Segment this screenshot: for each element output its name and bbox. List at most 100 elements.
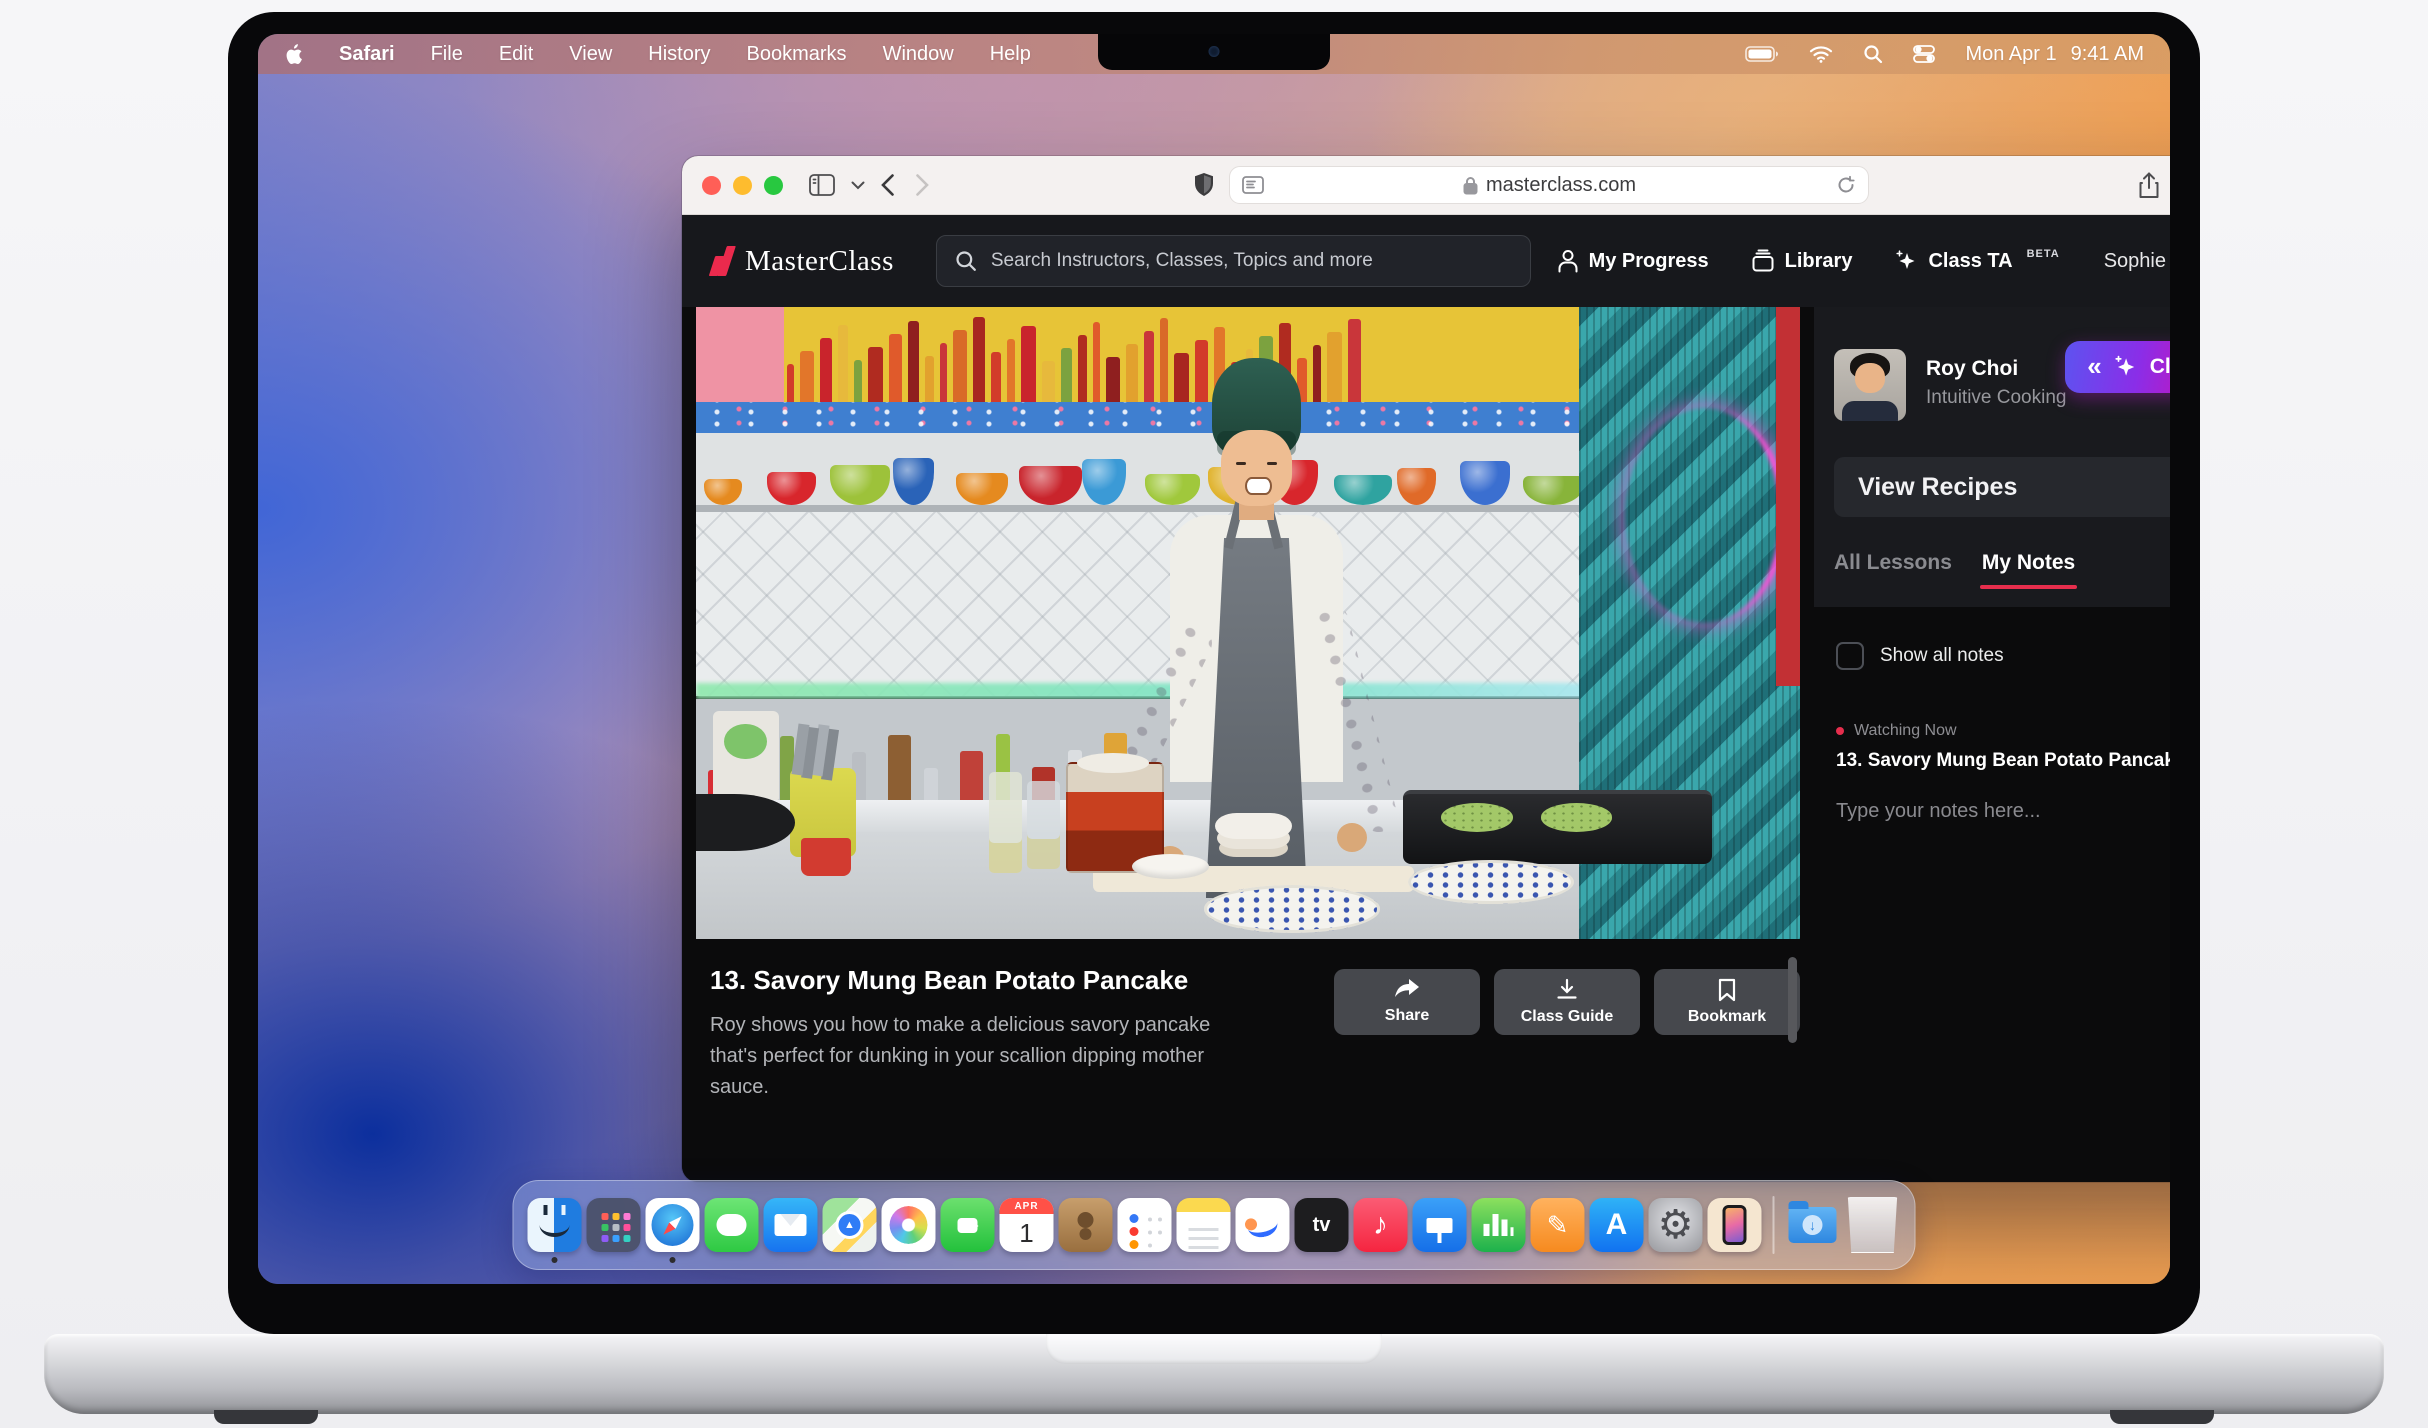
photos-dock-icon[interactable] bbox=[882, 1198, 936, 1252]
brand-wordmark: MasterClass bbox=[745, 245, 894, 278]
reload-icon[interactable] bbox=[1836, 175, 1856, 195]
dock: ▲ APR1 tv♪ ✎A⚙ ↓ bbox=[513, 1180, 1916, 1270]
user-name: Sophie bbox=[2104, 250, 2166, 273]
menu-item-history[interactable]: History bbox=[648, 43, 710, 66]
current-lesson-title: 13. Savory Mung Bean Potato Pancake bbox=[1836, 750, 2170, 772]
tab-my-notes[interactable]: My Notes bbox=[1982, 551, 2075, 575]
bookmark-icon bbox=[1717, 978, 1737, 1002]
download-icon bbox=[1555, 978, 1579, 1002]
sidebar-chevron-icon[interactable] bbox=[851, 181, 865, 190]
maps-dock-icon[interactable]: ▲ bbox=[823, 1198, 877, 1252]
masterclass-logo[interactable]: MasterClass bbox=[712, 245, 894, 278]
lid-lift-notch bbox=[1046, 1334, 1382, 1364]
back-icon[interactable] bbox=[881, 174, 894, 196]
camera-icon bbox=[1209, 46, 1220, 57]
zoom-window-button[interactable] bbox=[764, 176, 783, 195]
apple-menu-icon[interactable] bbox=[284, 43, 303, 66]
menu-item-window[interactable]: Window bbox=[883, 43, 954, 66]
music-dock-icon[interactable]: ♪ bbox=[1354, 1198, 1408, 1252]
menu-item-view[interactable]: View bbox=[569, 43, 612, 66]
menu-item-edit[interactable]: Edit bbox=[499, 43, 533, 66]
tv-dock-icon[interactable]: tv bbox=[1295, 1198, 1349, 1252]
beta-badge: BETA bbox=[2027, 248, 2060, 260]
appstore-dock-icon[interactable]: A bbox=[1590, 1198, 1644, 1252]
spotlight-search-icon[interactable] bbox=[1863, 44, 1883, 64]
safari-toolbar: masterclass.com bbox=[682, 156, 2170, 215]
battery-icon bbox=[1745, 46, 1779, 62]
notes-input[interactable]: Type your notes here... bbox=[1836, 800, 2170, 823]
calendar-dock-icon[interactable]: APR1 bbox=[1000, 1198, 1054, 1252]
menu-item-help[interactable]: Help bbox=[990, 43, 1031, 66]
dock-separator bbox=[1773, 1196, 1775, 1254]
wifi-icon[interactable] bbox=[1809, 45, 1833, 63]
camera-notch bbox=[1098, 34, 1330, 70]
mail-dock-icon[interactable] bbox=[764, 1198, 818, 1252]
settings-dock-icon[interactable]: ⚙ bbox=[1649, 1198, 1703, 1252]
lesson-video-player[interactable] bbox=[696, 307, 1800, 939]
numbers-dock-icon[interactable] bbox=[1472, 1198, 1526, 1252]
address-bar[interactable]: masterclass.com bbox=[1229, 166, 1869, 204]
notes-dock-icon[interactable] bbox=[1177, 1198, 1231, 1252]
trash-dock-icon[interactable] bbox=[1845, 1197, 1901, 1253]
facetime-dock-icon[interactable] bbox=[941, 1198, 995, 1252]
macbook-display: Safari File Edit View History Bookmarks Window… bbox=[258, 34, 2170, 1284]
close-window-button[interactable] bbox=[702, 176, 721, 195]
safari-window: masterclass.com bbox=[682, 156, 2170, 1182]
share-button[interactable]: Share bbox=[1334, 969, 1480, 1035]
reminders-dock-icon[interactable] bbox=[1118, 1198, 1172, 1252]
instructor-row[interactable]: Roy Choi Intuitive Cooking bbox=[1834, 349, 2066, 421]
control-center-icon[interactable] bbox=[1913, 45, 1935, 63]
collapse-icon: « bbox=[2087, 353, 2099, 379]
iphone-dock-icon[interactable] bbox=[1708, 1198, 1762, 1252]
menu-item-safari[interactable]: Safari bbox=[339, 43, 395, 66]
account-menu[interactable]: Sophie bbox=[2104, 240, 2170, 282]
search-input[interactable]: Search Instructors, Classes, Topics and … bbox=[936, 235, 1531, 287]
menu-item-file[interactable]: File bbox=[431, 43, 463, 66]
instructor-name: Roy Choi bbox=[1926, 357, 2066, 381]
panel-tabs: All Lessons My Notes bbox=[1834, 551, 2075, 575]
class-ta-panel: Roy Choi Intuitive Cooking « Class TA bbox=[1814, 307, 2170, 1182]
sparkle-icon bbox=[2112, 354, 2138, 380]
masterclass-logo-icon bbox=[712, 246, 731, 276]
tab-all-lessons[interactable]: All Lessons bbox=[1834, 551, 1952, 575]
instructor-avatar bbox=[1834, 349, 1906, 421]
freeform-dock-icon[interactable] bbox=[1236, 1198, 1290, 1252]
class-ta-card: Roy Choi Intuitive Cooking « Class TA bbox=[1814, 307, 2170, 607]
minimize-window-button[interactable] bbox=[733, 176, 752, 195]
reader-icon[interactable] bbox=[1242, 176, 1264, 194]
macbook-foot bbox=[2110, 1410, 2214, 1424]
class-ta-button[interactable]: « Class TA bbox=[2065, 341, 2170, 393]
show-all-notes-checkbox[interactable] bbox=[1836, 642, 1864, 670]
notes-section: Show all notes i Watching Now 13. Savory… bbox=[1814, 607, 2170, 823]
sparkle-icon bbox=[1894, 249, 1918, 273]
launchpad-dock-icon[interactable] bbox=[587, 1198, 641, 1252]
content-scrollbar[interactable] bbox=[1788, 957, 1797, 1043]
lesson-description: Roy shows you how to make a delicious sa… bbox=[710, 1010, 1230, 1103]
lock-icon bbox=[1463, 176, 1478, 195]
bookmark-button[interactable]: Bookmark bbox=[1654, 969, 1800, 1035]
page-content: Roy Choi Intuitive Cooking « Class TA bbox=[682, 307, 2170, 1182]
downloads-dock-icon[interactable]: ↓ bbox=[1786, 1198, 1840, 1252]
finder-dock-icon[interactable] bbox=[528, 1198, 582, 1252]
nav-class-ta[interactable]: Class TABETA bbox=[1894, 249, 2059, 273]
sidebar-icon[interactable] bbox=[809, 174, 835, 196]
share-icon[interactable] bbox=[2138, 172, 2160, 199]
url-text: masterclass.com bbox=[1486, 174, 1636, 197]
forward-icon[interactable] bbox=[916, 174, 929, 196]
privacy-shield-icon[interactable] bbox=[1193, 172, 1215, 198]
nav-my-progress[interactable]: My Progress bbox=[1557, 249, 1709, 273]
show-all-notes-label: Show all notes bbox=[1880, 645, 2004, 667]
search-icon bbox=[955, 250, 977, 272]
lesson-title: 13. Savory Mung Bean Potato Pancake bbox=[710, 965, 1270, 996]
pages-dock-icon[interactable]: ✎ bbox=[1531, 1198, 1585, 1252]
safari-dock-icon[interactable] bbox=[646, 1198, 700, 1252]
menu-item-bookmarks[interactable]: Bookmarks bbox=[747, 43, 847, 66]
keynote-dock-icon[interactable] bbox=[1413, 1198, 1467, 1252]
view-recipes-button[interactable]: View Recipes → bbox=[1834, 457, 2170, 517]
menu-bar-clock: Mon Apr 19:41 AM bbox=[1965, 43, 2144, 66]
macbook-base bbox=[44, 1334, 2384, 1414]
contacts-dock-icon[interactable] bbox=[1059, 1198, 1113, 1252]
class-guide-button[interactable]: Class Guide bbox=[1494, 969, 1640, 1035]
nav-library[interactable]: Library bbox=[1751, 249, 1853, 273]
messages-dock-icon[interactable] bbox=[705, 1198, 759, 1252]
